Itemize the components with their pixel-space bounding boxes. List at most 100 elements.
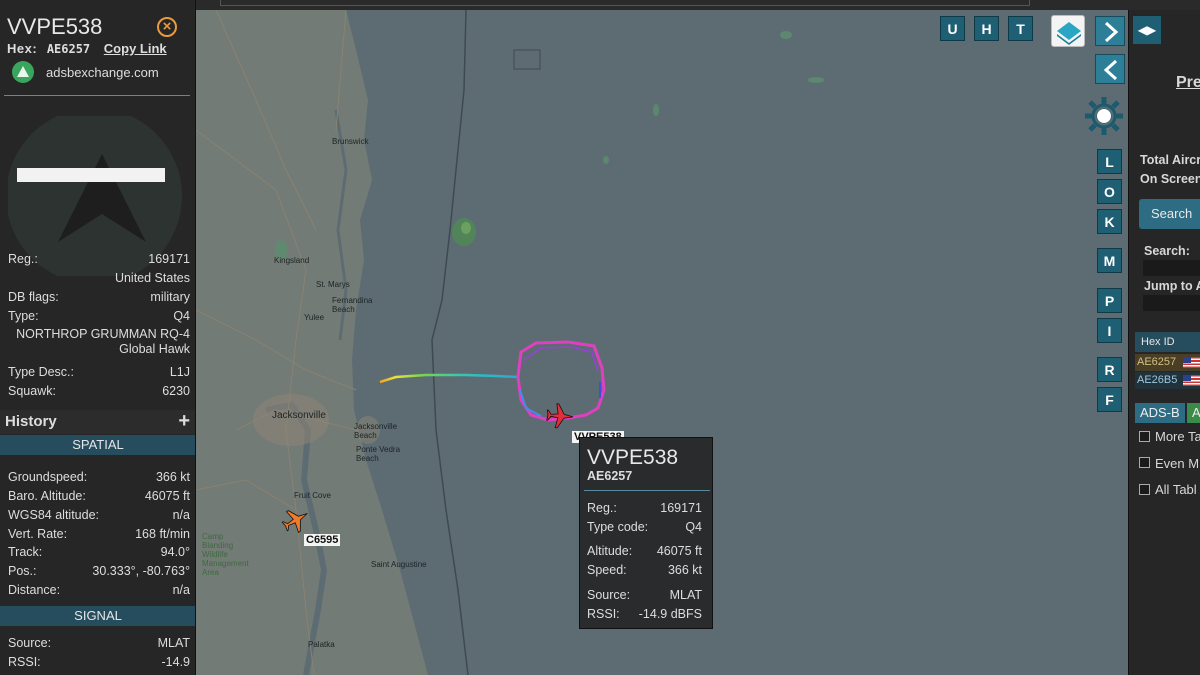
map-button-i[interactable]: I <box>1097 318 1122 343</box>
chevron-right-icon <box>1104 21 1119 43</box>
aircraft-info-panel: VVPE538 × Hex: AE6257 Copy Link adsbexch… <box>0 0 196 675</box>
checkbox-even-more[interactable] <box>1139 457 1150 468</box>
type-full-name: NORTHROP GRUMMAN RQ-4 Global Hawk <box>16 327 190 356</box>
top-strip <box>196 0 1200 10</box>
aircraft-list-panel: ◀▶ Pre Total Aircr On Screen Search Sear… <box>1128 10 1200 675</box>
close-icon[interactable]: × <box>157 17 177 37</box>
rssi-label: RSSI: <box>8 655 41 669</box>
position-label: Pos.: <box>8 564 37 578</box>
groundspeed-value: 366 kt <box>155 470 190 484</box>
table-row[interactable]: AE6257 <box>1135 354 1200 371</box>
photo-placeholder-bar <box>17 168 165 182</box>
tooltip-altitude-label: Altitude: <box>587 544 633 558</box>
expand-plus-icon[interactable]: + <box>178 410 190 433</box>
total-aircraft-label: Total Aircr <box>1140 153 1200 167</box>
map-button-u[interactable]: U <box>940 16 965 41</box>
site-name: adsbexchange.com <box>46 64 159 80</box>
jump-to-input[interactable] <box>1143 295 1200 311</box>
vert-rate-value: 168 ft/min <box>135 527 190 541</box>
shelf-line <box>431 10 469 675</box>
layers-button[interactable] <box>1051 15 1085 47</box>
country-value: United States <box>114 271 190 285</box>
hex-row: Hex: AE6257 Copy Link <box>7 41 167 56</box>
position-value: 30.333°, -80.763° <box>92 564 190 578</box>
tab-adsb[interactable]: ADS-B <box>1135 403 1185 423</box>
checkbox-all-tables[interactable] <box>1139 484 1150 495</box>
site-link[interactable]: adsbexchange.com <box>12 61 159 83</box>
spatial-header[interactable]: SPATIAL <box>0 435 195 455</box>
panel-resize-button[interactable]: ◀▶ <box>1133 16 1161 44</box>
hex-value: AE6257 <box>46 42 91 56</box>
search-input[interactable] <box>1143 260 1200 276</box>
map-button-r[interactable]: R <box>1097 357 1122 382</box>
checkbox-more-tables-label: More Ta <box>1155 429 1200 444</box>
track-value: 94.0° <box>160 545 190 559</box>
map-button-m[interactable]: M <box>1097 248 1122 273</box>
typedesc-value: L1J <box>169 365 190 379</box>
divider <box>4 95 190 96</box>
aircraft-callsign: VVPE538 <box>7 14 103 39</box>
tooltip-rssi-value: -14.9 dBFS <box>638 607 702 621</box>
tooltip-callsign: VVPE538 <box>587 446 679 469</box>
map-button-t[interactable]: T <box>1008 16 1033 41</box>
search-button[interactable]: Search <box>1139 199 1200 229</box>
distance-label: Distance: <box>8 583 61 597</box>
history-section[interactable]: History + <box>0 410 195 434</box>
signal-header[interactable]: SIGNAL <box>0 606 195 626</box>
tooltip-divider <box>584 490 710 491</box>
selected-aircraft-icon <box>546 403 574 429</box>
expand-right-button[interactable] <box>1095 16 1125 46</box>
source-label: Source: <box>8 636 52 650</box>
map-button-f[interactable]: F <box>1097 387 1122 412</box>
distance-value: n/a <box>172 583 190 597</box>
squawk-label: Squawk: <box>8 384 56 398</box>
map-button-p[interactable]: P <box>1097 288 1122 313</box>
squawk-value: 6230 <box>162 384 190 398</box>
checkbox-even-more-label: Even M <box>1155 456 1200 471</box>
tooltip-typecode-label: Type code: <box>587 520 649 534</box>
land-area <box>196 10 428 675</box>
urban-area <box>253 394 380 446</box>
tooltip-reg-value: 169171 <box>660 501 702 515</box>
table-cell-hex: AE26B5 <box>1137 374 1178 386</box>
on-screen-label: On Screen <box>1140 172 1200 186</box>
type-label: Type: <box>8 309 39 323</box>
chevron-left-icon <box>1103 59 1118 81</box>
track-loop-inner <box>523 346 599 373</box>
collapse-left-button[interactable] <box>1095 54 1125 84</box>
reg-label: Reg.: <box>8 252 38 266</box>
table-header-hexid[interactable]: Hex ID <box>1135 332 1200 352</box>
type-value: Q4 <box>173 309 190 323</box>
tooltip-reg-label: Reg.: <box>587 501 617 515</box>
wgs84-altitude-value: n/a <box>172 508 190 522</box>
tooltip-rssi-label: RSSI: <box>587 607 620 621</box>
table-row[interactable]: AE26B5 <box>1135 372 1200 389</box>
app-root: VVPE538 × Hex: AE6257 Copy Link adsbexch… <box>0 0 1200 675</box>
map-button-h[interactable]: H <box>974 16 999 41</box>
tooltip-source-value: MLAT <box>669 588 702 602</box>
map-button-o[interactable]: O <box>1097 179 1122 204</box>
tooltip-source-label: Source: <box>587 588 631 602</box>
tab-a[interactable]: A <box>1187 403 1200 423</box>
map-box-marker <box>513 49 541 70</box>
tooltip-speed-label: Speed: <box>587 563 627 577</box>
map-button-k[interactable]: K <box>1097 209 1122 234</box>
tooltip-speed-value: 366 kt <box>667 563 702 577</box>
checkbox-more-tables[interactable] <box>1139 431 1150 442</box>
top-slot <box>220 0 1030 6</box>
baro-altitude-label: Baro. Altitude: <box>8 489 86 503</box>
pre-link[interactable]: Pre <box>1176 74 1200 92</box>
rssi-value: -14.9 <box>161 655 191 669</box>
tooltip-altitude-value: 46075 ft <box>656 544 702 558</box>
adsbexchange-logo-icon <box>12 61 34 83</box>
wgs84-altitude-label: WGS84 altitude: <box>8 508 100 522</box>
us-flag-icon <box>1183 357 1200 368</box>
groundspeed-label: Groundspeed: <box>8 470 88 484</box>
map-button-l[interactable]: L <box>1097 149 1122 174</box>
settings-gear-icon[interactable] <box>1080 92 1128 140</box>
aircraft-tooltip: VVPE538 AE6257 Reg.: 169171 Type code: Q… <box>579 437 713 629</box>
copy-link-button[interactable]: Copy Link <box>104 41 167 56</box>
history-title: History <box>5 413 57 430</box>
track-label: Track: <box>8 545 43 559</box>
dbflags-label: DB flags: <box>8 290 59 304</box>
